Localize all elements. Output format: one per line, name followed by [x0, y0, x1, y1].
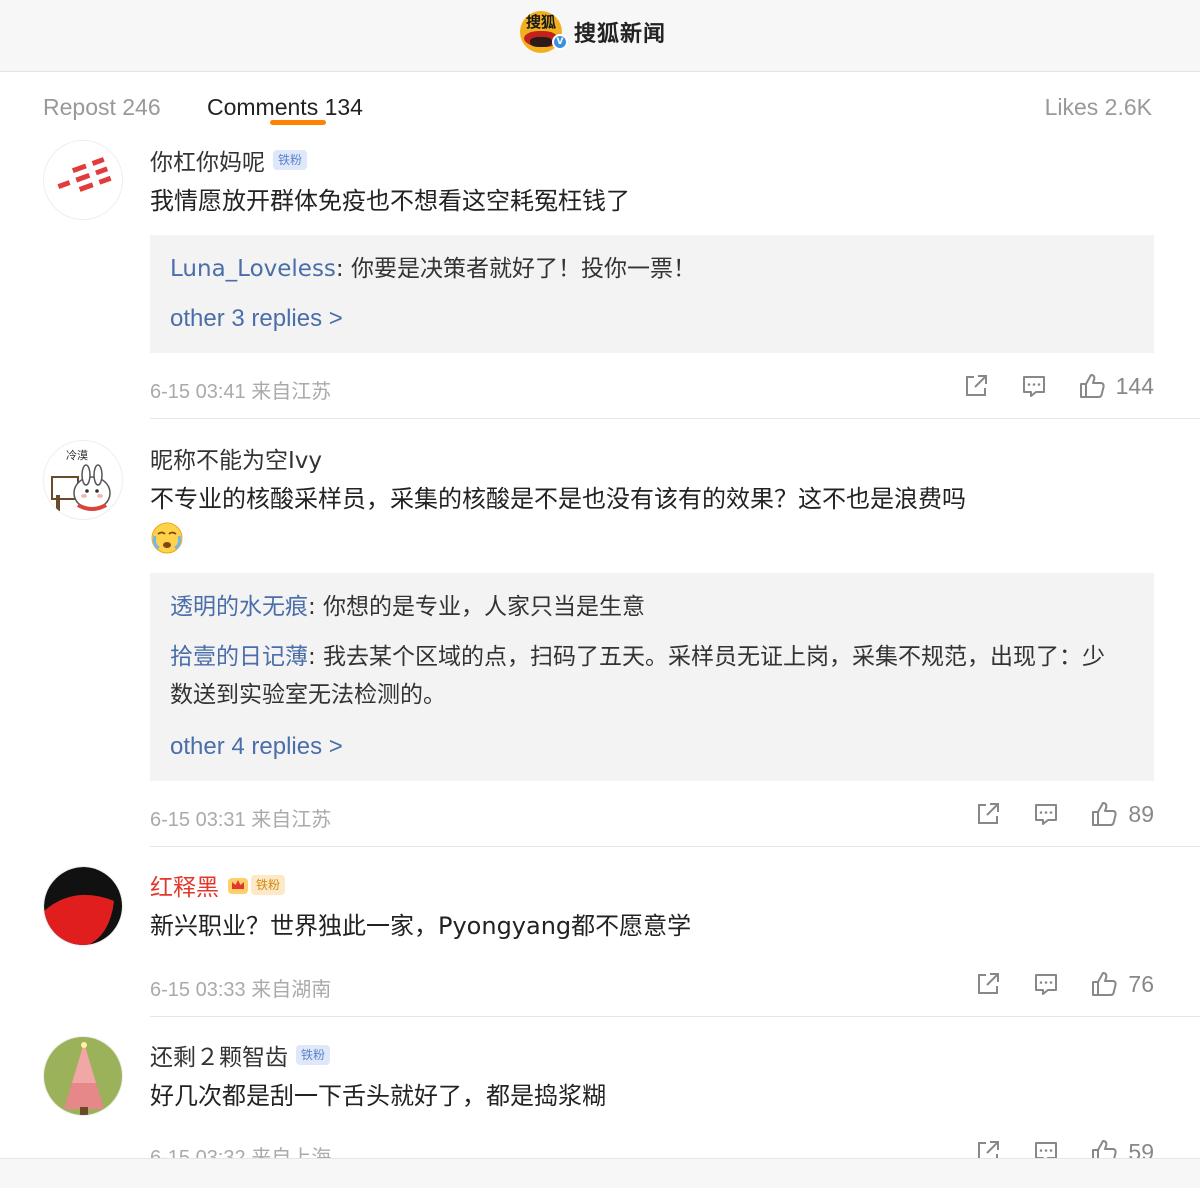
- fan-badge: 铁粉: [296, 1045, 331, 1065]
- like-count: 76: [1128, 970, 1154, 997]
- reply-box[interactable]: 透明的水无痕: 你想的是专业，人家只当是生意 拾壹的日记薄: 我去某个区域的点，…: [150, 573, 1154, 781]
- tab-repost[interactable]: Repost 246: [43, 94, 161, 121]
- share-icon[interactable]: [974, 800, 1002, 828]
- like-count: 144: [1115, 372, 1154, 399]
- reply-item: 透明的水无痕: 你想的是专业，人家只当是生意: [170, 588, 1110, 626]
- comment-username[interactable]: 昵称不能为空Ivy: [150, 441, 322, 475]
- comment-text: 我情愿放开群体免疫也不想看这空耗冤枉钱了: [150, 187, 630, 215]
- avatar[interactable]: [43, 866, 123, 946]
- tab-likes[interactable]: Likes 2.6K: [1045, 94, 1152, 121]
- crying-emoji-icon: [151, 522, 183, 554]
- comment-actions: 89: [944, 794, 1154, 834]
- bottom-bar: [0, 1158, 1200, 1188]
- brand[interactable]: 搜狐 搜狐新闻: [520, 8, 666, 56]
- comment-text: 好几次都是刮一下舌头就好了，都是捣浆糊: [150, 1082, 606, 1110]
- like-icon[interactable]: [1090, 970, 1118, 998]
- reply-username[interactable]: 透明的水无痕: [170, 594, 308, 620]
- fan-badge: 铁粉: [273, 150, 308, 170]
- reply-text: : 你要是决策者就好了！投你一票！: [335, 256, 696, 282]
- comment-text: 新兴职业？世界独此一家，Pyongyang都不愿意学: [150, 912, 692, 940]
- tab-bar: Repost 246 Comments 134 Likes 2.6K: [0, 72, 1200, 146]
- brand-name: 搜狐新闻: [574, 22, 667, 47]
- active-tab-indicator: [270, 120, 326, 125]
- comment-icon[interactable]: [1032, 970, 1060, 998]
- tab-comments[interactable]: Comments 134: [207, 94, 363, 121]
- comment-meta: 6-15 03:31 来自江苏: [150, 809, 332, 831]
- avatar[interactable]: [43, 140, 123, 220]
- svg-text:冷漠: 冷漠: [66, 449, 88, 462]
- comment-meta: 6-15 03:41 来自江苏: [150, 381, 332, 403]
- share-icon[interactable]: [974, 970, 1002, 998]
- divider: [150, 846, 1200, 847]
- like-icon[interactable]: [1090, 800, 1118, 828]
- divider: [150, 1016, 1200, 1017]
- verified-icon: V: [552, 34, 568, 50]
- comment-actions: 144: [932, 366, 1154, 406]
- top-bar: 搜狐 搜狐新闻 V: [0, 0, 1200, 72]
- share-icon[interactable]: [962, 372, 990, 400]
- comment-text: 不专业的核酸采样员，采集的核酸是不是也没有该有的效果？这不也是浪费吗: [150, 480, 1160, 556]
- fan-badge: 铁粉: [251, 875, 286, 895]
- reply-box[interactable]: Luna_Loveless: 你要是决策者就好了！投你一票！ other 3 r…: [150, 235, 1154, 353]
- comment-username[interactable]: 你杠你妈呢 铁粉: [150, 143, 308, 177]
- comment-username[interactable]: 还剩２颗智齿 铁粉: [150, 1038, 331, 1072]
- more-replies-link[interactable]: other 4 replies >: [170, 733, 343, 761]
- avatar[interactable]: [43, 1036, 123, 1116]
- comment-icon[interactable]: [1032, 800, 1060, 828]
- reply-text: : 我去某个区域的点，扫码了五天。采样员无证上岗，采集不规范，出现了：少数送到实…: [170, 644, 1106, 708]
- brand-logo-text: 搜狐: [525, 13, 556, 31]
- avatar[interactable]: 冷漠: [43, 440, 123, 520]
- reply-item: Luna_Loveless: 你要是决策者就好了！投你一票！: [170, 250, 1110, 288]
- divider: [150, 418, 1200, 419]
- comment-icon[interactable]: [1020, 372, 1048, 400]
- like-icon[interactable]: [1078, 372, 1106, 400]
- reply-username[interactable]: Luna_Loveless: [170, 256, 336, 282]
- reply-item: 拾壹的日记薄: 我去某个区域的点，扫码了五天。采样员无证上岗，采集不规范，出现了…: [170, 638, 1110, 714]
- like-count: 89: [1128, 800, 1154, 827]
- comment-username[interactable]: 红释黑 铁粉: [150, 868, 286, 902]
- reply-text: : 你想的是专业，人家只当是生意: [308, 594, 646, 620]
- reply-username[interactable]: 拾壹的日记薄: [170, 644, 308, 670]
- crown-icon: [228, 878, 248, 894]
- more-replies-link[interactable]: other 3 replies >: [170, 305, 343, 333]
- comment-meta: 6-15 03:33 来自湖南: [150, 979, 332, 1001]
- comment-actions: 76: [944, 964, 1154, 1004]
